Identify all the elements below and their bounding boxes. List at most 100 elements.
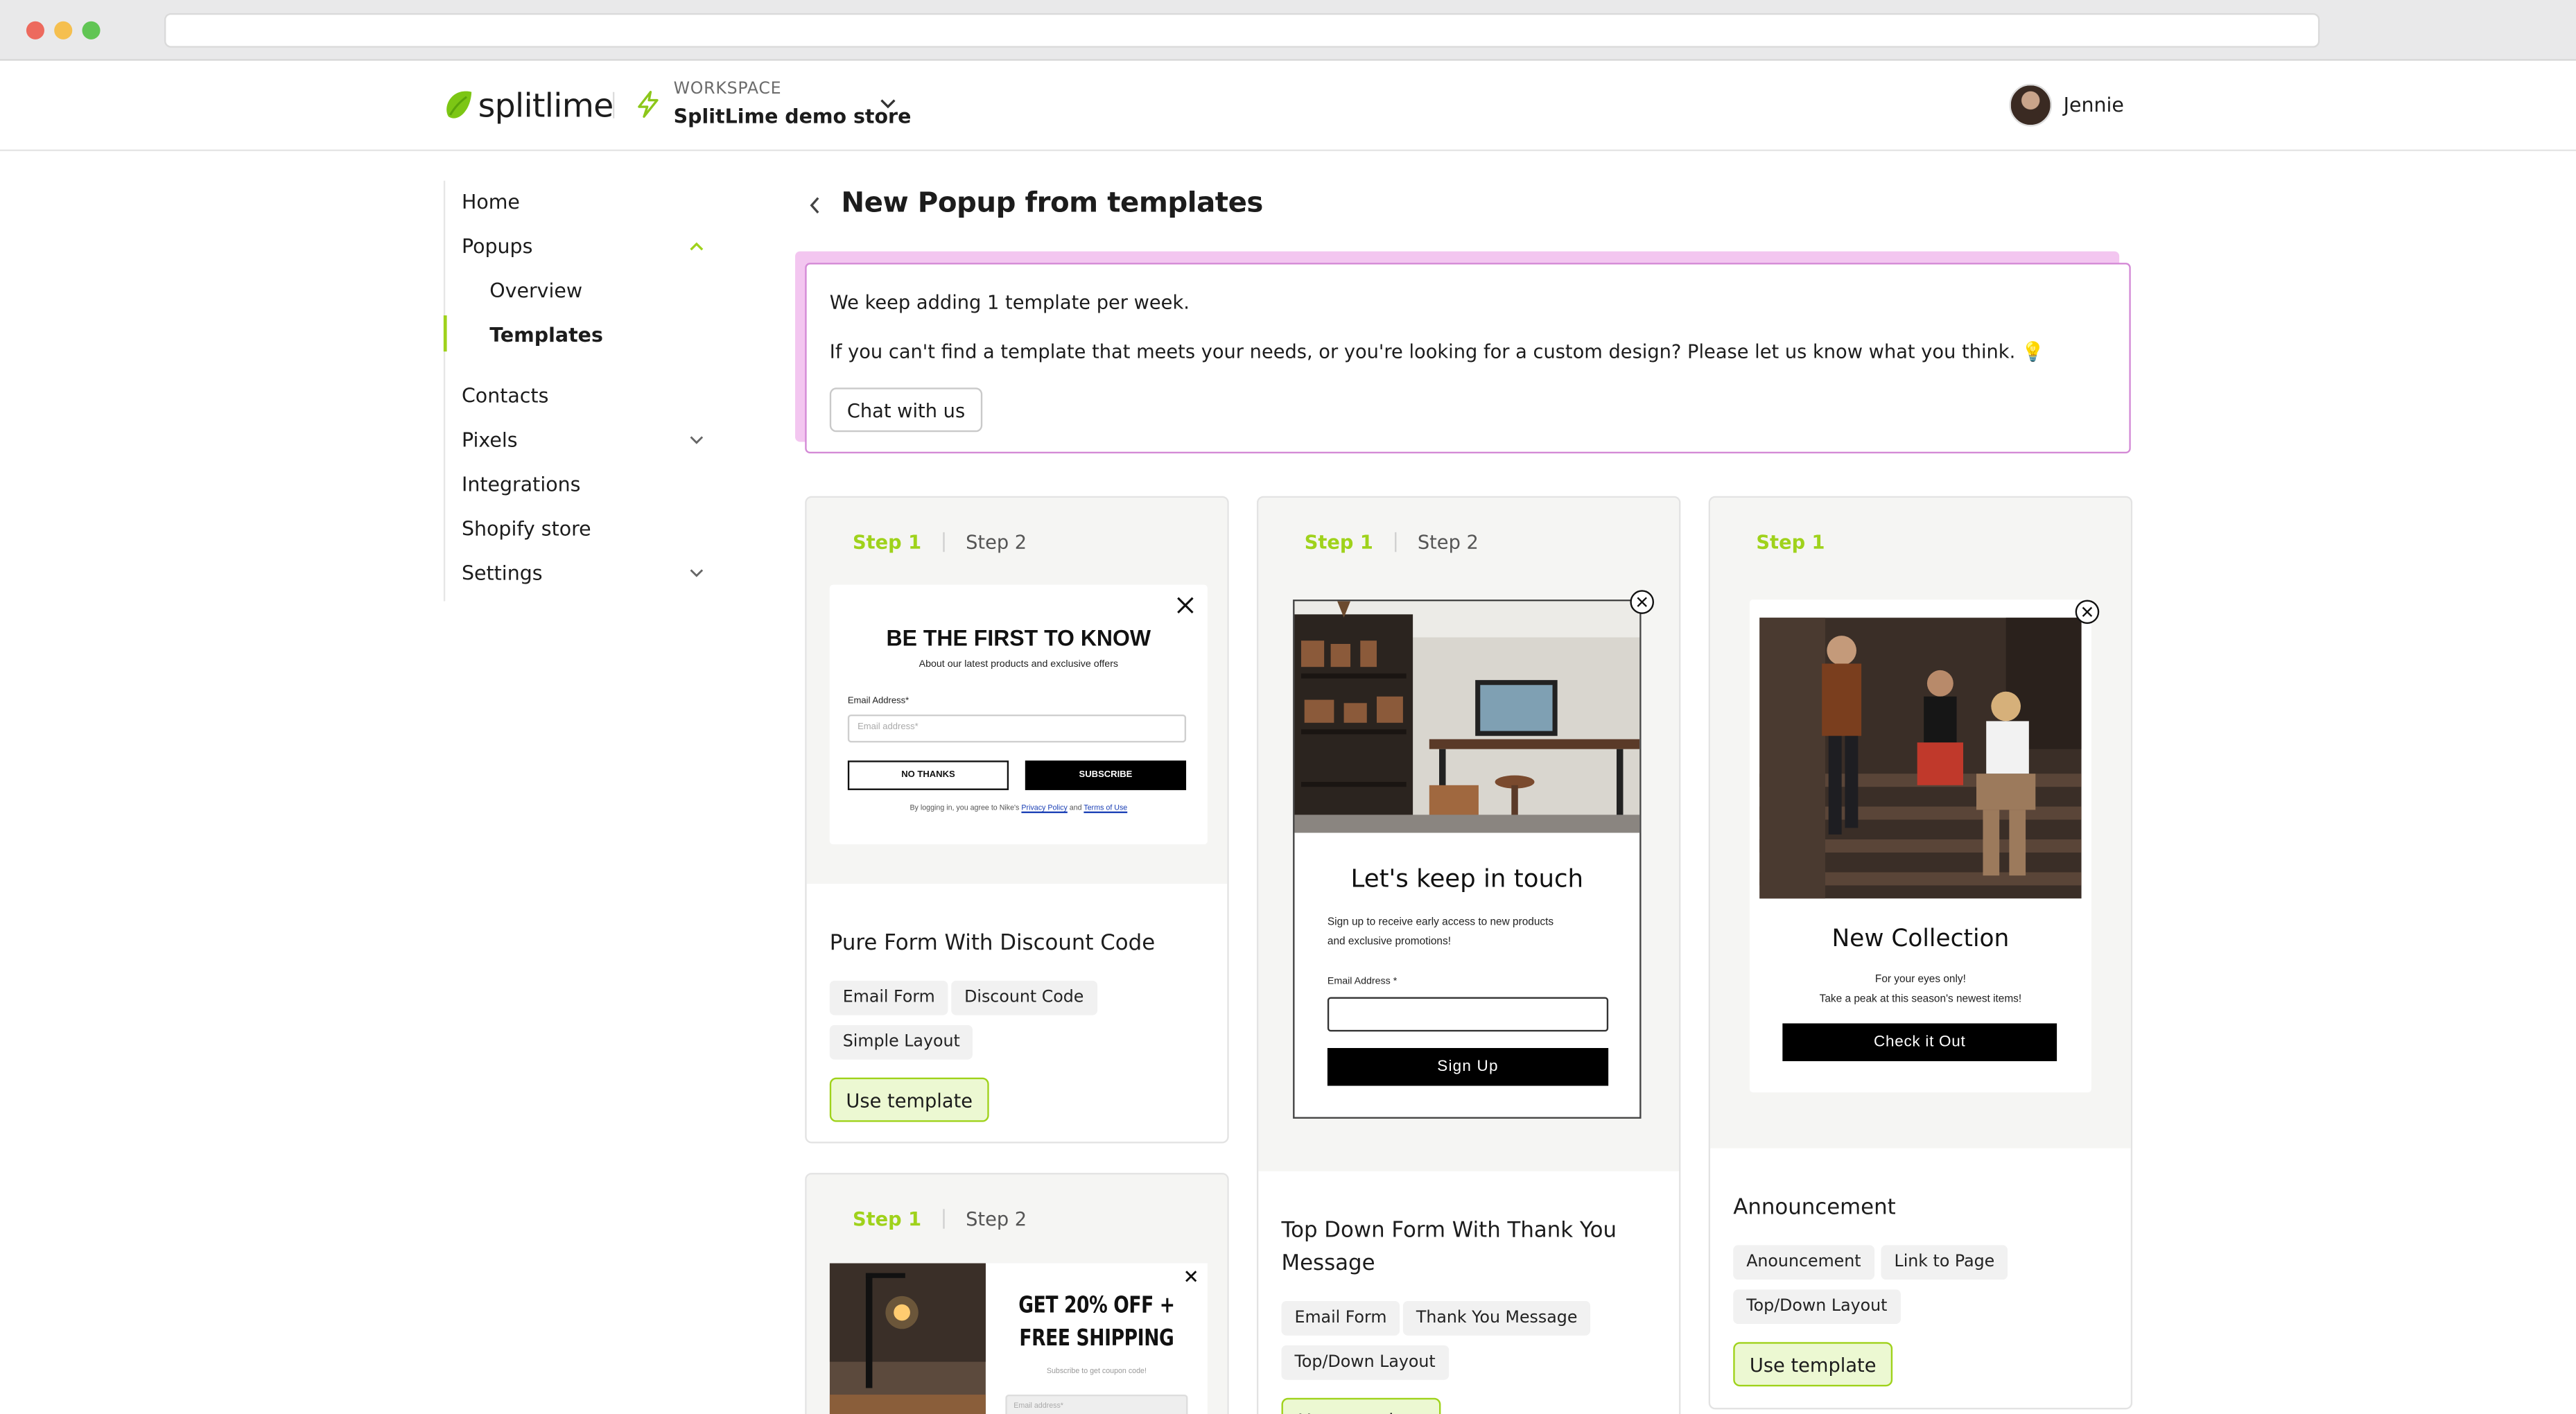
legal-and: and bbox=[1069, 803, 1082, 812]
template-title: Pure Form With Discount Code bbox=[829, 931, 1156, 957]
page-title: New Popup from templates bbox=[841, 187, 1263, 220]
preview-email-input bbox=[1327, 997, 1609, 1032]
chevron-down-icon[interactable] bbox=[688, 434, 705, 447]
header-divider bbox=[612, 91, 615, 119]
preview-email-label: Email Address * bbox=[1327, 977, 1398, 988]
privacy-link: Privacy Policy bbox=[1021, 803, 1068, 812]
preview-heading: Let's keep in touch bbox=[1350, 864, 1584, 894]
workspace-label: WORKSPACE bbox=[673, 80, 782, 99]
close-circle-icon bbox=[2075, 600, 2100, 625]
preview-email-input: Email address* bbox=[1005, 1395, 1188, 1414]
template-title: Announcement bbox=[1733, 1196, 1896, 1221]
tag: Thank You Message bbox=[1402, 1300, 1591, 1336]
preview-email-input: Email address* bbox=[847, 714, 1187, 743]
use-template-button[interactable]: Use template bbox=[829, 1077, 989, 1122]
tag: Top/Down Layout bbox=[1733, 1289, 1901, 1325]
template-card-announcement: Step 1 New Collection For your eyes only… bbox=[1708, 496, 2133, 1410]
notice-line-2: If you can't find a template that meets … bbox=[829, 340, 2045, 363]
card-preview-area: Step 1 Step 2 Let's keep in touch Sign u… bbox=[1258, 498, 1680, 1171]
back-arrow-icon[interactable] bbox=[807, 194, 824, 217]
preview-signup-button: Sign Up bbox=[1327, 1047, 1609, 1086]
sidebar-item-settings[interactable]: Settings bbox=[462, 562, 543, 585]
tag: Discount Code bbox=[951, 980, 1097, 1015]
tag: Top/Down Layout bbox=[1281, 1345, 1449, 1380]
use-template-button[interactable]: Use template bbox=[1733, 1342, 1893, 1387]
preview-no-thanks-button: NO THANKS bbox=[847, 760, 1009, 790]
minimize-window-button[interactable] bbox=[54, 21, 73, 40]
sidebar-item-shopify-store[interactable]: Shopify store bbox=[462, 518, 591, 541]
app-root: splitlime WORKSPACE SplitLime demo store… bbox=[0, 0, 2576, 1414]
template-card-pure-form: Step 1 Step 2 BE THE FIRST TO KNOW About… bbox=[805, 496, 1229, 1144]
sidebar-item-popups[interactable]: Popups bbox=[462, 235, 532, 258]
chat-with-us-button[interactable]: Chat with us bbox=[829, 387, 983, 433]
preview-cta-button: Check it Out bbox=[1782, 1023, 2057, 1061]
step-2-tab[interactable]: Step 2 bbox=[966, 530, 1027, 553]
step-2-tab[interactable]: Step 2 bbox=[966, 1207, 1027, 1230]
legal-prefix: By logging in, you agree to Nike's bbox=[910, 803, 1020, 812]
step-1-tab[interactable]: Step 1 bbox=[1305, 530, 1373, 553]
user-name[interactable]: Jennie bbox=[2064, 94, 2124, 116]
close-window-button[interactable] bbox=[26, 21, 44, 40]
sidebar-item-contacts[interactable]: Contacts bbox=[462, 385, 548, 408]
preview-email-placeholder: Email address* bbox=[1013, 1401, 1063, 1410]
preview-email-label: Email Address* bbox=[847, 696, 910, 707]
preview-subheading: About our latest products and exclusive … bbox=[919, 660, 1119, 670]
sidebar-item-overview[interactable]: Overview bbox=[489, 279, 582, 302]
use-template-button[interactable]: Use template bbox=[1281, 1397, 1441, 1414]
preview-legal-text: By logging in, you agree to Nike's Priva… bbox=[830, 803, 1208, 812]
sidebar: Home Popups Overview Templates Contacts … bbox=[443, 180, 723, 602]
active-indicator bbox=[443, 315, 447, 352]
template-card-discount-split: Step 1 Step 2 GET 20% OFF + FREE SHIPPIN… bbox=[805, 1173, 1229, 1414]
lamp-photo bbox=[829, 1263, 986, 1414]
sidebar-item-pixels[interactable]: Pixels bbox=[462, 429, 518, 452]
preview-heading-2: FREE SHIPPING bbox=[1019, 1325, 1174, 1352]
step-tabs: Step 1 Step 2 bbox=[853, 530, 1027, 553]
step-tabs: Step 1 bbox=[1756, 530, 1825, 553]
notice-line-1: We keep adding 1 template per week. bbox=[829, 290, 1190, 314]
office-photo bbox=[1294, 601, 1640, 833]
card-preview-area: Step 1 Step 2 BE THE FIRST TO KNOW About… bbox=[806, 498, 1228, 884]
tag: Simple Layout bbox=[829, 1024, 973, 1060]
step-tabs: Step 1 Step 2 bbox=[1305, 530, 1479, 553]
lime-logo-icon bbox=[446, 91, 472, 119]
step-1-tab[interactable]: Step 1 bbox=[853, 530, 921, 553]
popup-preview: Let's keep in touch Sign up to receive e… bbox=[1293, 600, 1642, 1119]
step-1-tab[interactable]: Step 1 bbox=[1756, 530, 1825, 553]
step-1-tab[interactable]: Step 1 bbox=[853, 1207, 921, 1230]
avatar[interactable] bbox=[2009, 83, 2053, 127]
close-circle-icon bbox=[1630, 590, 1655, 614]
chevron-down-icon[interactable] bbox=[688, 567, 705, 580]
tag: Anouncement bbox=[1733, 1245, 1874, 1280]
workspace-name: SplitLime demo store bbox=[673, 105, 912, 128]
logo[interactable]: splitlime bbox=[444, 84, 613, 127]
sidebar-item-integrations[interactable]: Integrations bbox=[462, 473, 581, 496]
preview-heading: BE THE FIRST TO KNOW bbox=[886, 625, 1151, 651]
card-preview-area: Step 1 New Collection For your eyes only… bbox=[1710, 498, 2131, 1149]
chevron-up-icon[interactable] bbox=[688, 240, 705, 253]
step-2-tab[interactable]: Step 2 bbox=[1418, 530, 1479, 553]
template-card-top-down-form: Step 1 Step 2 Let's keep in touch Sign u… bbox=[1256, 496, 1681, 1414]
close-icon bbox=[1177, 597, 1194, 614]
preview-subtext-1: Sign up to receive early access to new p… bbox=[1327, 916, 1554, 928]
preview-subtext-1: For your eyes only! bbox=[1874, 974, 1966, 986]
preview-email-placeholder: Email address* bbox=[858, 722, 919, 733]
preview-heading: New Collection bbox=[1831, 926, 2010, 953]
sidebar-item-templates[interactable]: Templates bbox=[489, 324, 603, 347]
notice-box: We keep adding 1 template per week. If y… bbox=[805, 263, 2131, 454]
preview-subtext-2: and exclusive promotions! bbox=[1327, 936, 1451, 948]
tag: Link to Page bbox=[1881, 1245, 2008, 1280]
preview-subtext-2: Take a peak at this season's newest item… bbox=[1819, 993, 2022, 1006]
card-preview-area: Step 1 Step 2 GET 20% OFF + FREE SHIPPIN… bbox=[806, 1174, 1228, 1414]
step-tabs: Step 1 Step 2 bbox=[853, 1207, 1027, 1230]
bolt-icon bbox=[638, 91, 659, 118]
zoom-window-button[interactable] bbox=[82, 21, 101, 40]
sidebar-item-home[interactable]: Home bbox=[462, 191, 520, 213]
chevron-down-icon[interactable] bbox=[879, 97, 897, 110]
popup-preview: BE THE FIRST TO KNOW About our latest pr… bbox=[829, 584, 1208, 845]
address-bar[interactable] bbox=[164, 12, 2320, 48]
preview-subscribe-button: SUBSCRIBE bbox=[1025, 760, 1187, 790]
logo-text: splitlime bbox=[478, 85, 614, 125]
close-icon bbox=[1185, 1271, 1197, 1282]
collection-photo bbox=[1759, 618, 2082, 899]
preview-subtext: Subscribe to get coupon code! bbox=[1046, 1366, 1147, 1375]
